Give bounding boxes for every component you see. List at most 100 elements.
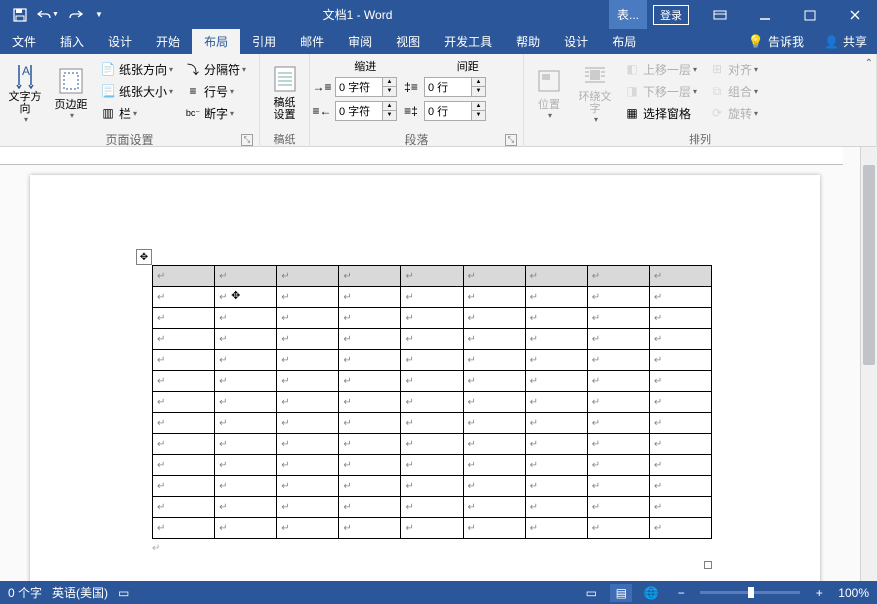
page[interactable]: ✥ ↵↵↵↵↵↵↵↵↵↵↵✥↵↵↵↵↵↵↵↵↵↵↵↵↵↵↵↵↵↵↵↵↵↵↵↵↵↵…	[30, 175, 820, 581]
table-cell[interactable]: ↵	[525, 518, 587, 539]
word-count[interactable]: 0 个字	[8, 584, 42, 601]
table-cell[interactable]: ↵	[463, 434, 525, 455]
close-button[interactable]	[832, 0, 877, 29]
table-cell[interactable]: ↵	[153, 476, 215, 497]
save-button[interactable]	[8, 3, 32, 27]
table-cell[interactable]: ↵	[587, 329, 649, 350]
table-cell[interactable]: ↵	[215, 308, 277, 329]
table-cell[interactable]: ↵	[401, 350, 463, 371]
table-cell[interactable]: ↵	[215, 476, 277, 497]
table-cell[interactable]: ↵	[587, 350, 649, 371]
table-move-handle[interactable]: ✥	[136, 249, 152, 265]
table-cell[interactable]: ↵	[649, 371, 711, 392]
table-cell[interactable]: ↵	[525, 434, 587, 455]
margins-button[interactable]: 页边距 ▾	[50, 58, 92, 126]
maximize-button[interactable]	[787, 0, 832, 29]
table-cell[interactable]: ↵	[277, 518, 339, 539]
table-cell[interactable]: ↵	[339, 329, 401, 350]
vertical-scrollbar[interactable]	[860, 147, 877, 581]
table-cell[interactable]: ↵	[401, 287, 463, 308]
table-cell[interactable]: ↵	[401, 476, 463, 497]
table-cell[interactable]: ↵	[587, 413, 649, 434]
table-cell[interactable]: ↵	[277, 455, 339, 476]
table-cell[interactable]: ↵	[649, 413, 711, 434]
table-cell[interactable]: ↵	[339, 392, 401, 413]
login-button[interactable]: 登录	[653, 5, 689, 25]
table-cell[interactable]: ↵	[277, 329, 339, 350]
table-cell[interactable]: ↵	[339, 266, 401, 287]
table-cell[interactable]: ↵	[463, 308, 525, 329]
position-button[interactable]: 位置▾	[528, 58, 570, 126]
rotate-button[interactable]: ⟳旋转▾	[705, 102, 762, 124]
table-cell[interactable]: ↵	[587, 308, 649, 329]
table-cell[interactable]: ↵	[153, 518, 215, 539]
table-cell[interactable]: ↵	[649, 434, 711, 455]
table-cell[interactable]: ↵	[587, 455, 649, 476]
selection-pane-button[interactable]: ▦选择窗格	[620, 102, 701, 124]
table-cell[interactable]: ↵	[649, 476, 711, 497]
table-cell[interactable]: ↵	[649, 308, 711, 329]
size-button[interactable]: 📃纸张大小▾	[96, 80, 177, 102]
tab-table-layout[interactable]: 布局	[600, 29, 648, 54]
tab-design[interactable]: 设计	[96, 29, 144, 54]
table-cell[interactable]: ↵	[649, 329, 711, 350]
table-cell[interactable]: ↵	[339, 455, 401, 476]
indent-right-input[interactable]: 0 字符▲▼	[335, 101, 397, 121]
table-cell[interactable]: ↵	[153, 329, 215, 350]
send-backward-button[interactable]: ◨下移一层▾	[620, 80, 701, 102]
table-cell[interactable]: ↵	[215, 371, 277, 392]
space-after-input[interactable]: 0 行▲▼	[424, 101, 486, 121]
table-cell[interactable]: ↵	[277, 476, 339, 497]
table-cell[interactable]: ↵	[339, 497, 401, 518]
table-cell[interactable]: ↵	[525, 350, 587, 371]
align-button[interactable]: ⊞对齐▾	[705, 58, 762, 80]
table-cell[interactable]: ↵	[587, 371, 649, 392]
table-cell[interactable]: ↵	[587, 392, 649, 413]
table-cell[interactable]: ↵	[649, 287, 711, 308]
table-cell[interactable]: ↵	[401, 308, 463, 329]
table-cell[interactable]: ↵	[215, 413, 277, 434]
redo-button[interactable]	[64, 3, 88, 27]
wrap-text-button[interactable]: 环绕文字▾	[574, 58, 616, 126]
table-cell[interactable]: ↵	[587, 266, 649, 287]
table-cell[interactable]: ↵	[463, 413, 525, 434]
table-cell[interactable]: ↵	[339, 476, 401, 497]
table-cell[interactable]: ↵	[215, 497, 277, 518]
table-cell[interactable]: ↵	[649, 392, 711, 413]
table-cell[interactable]: ↵	[339, 413, 401, 434]
table-cell[interactable]: ↵	[587, 287, 649, 308]
table-cell[interactable]: ↵	[153, 392, 215, 413]
table-cell[interactable]: ↵	[153, 413, 215, 434]
table-cell[interactable]: ↵	[339, 371, 401, 392]
table-cell[interactable]: ↵	[463, 497, 525, 518]
table-cell[interactable]: ↵	[153, 308, 215, 329]
table-cell[interactable]: ↵	[463, 371, 525, 392]
indent-left-input[interactable]: 0 字符▲▼	[335, 77, 397, 97]
table-cell[interactable]: ↵	[277, 308, 339, 329]
table-cell[interactable]: ↵	[215, 455, 277, 476]
table-cell[interactable]: ↵	[153, 350, 215, 371]
table-cell[interactable]: ↵	[525, 392, 587, 413]
tab-table-design[interactable]: 设计	[552, 29, 600, 54]
table-cell[interactable]: ↵	[525, 308, 587, 329]
table-cell[interactable]: ↵	[401, 518, 463, 539]
undo-button[interactable]: ▼	[36, 3, 60, 27]
tab-insert[interactable]: 插入	[48, 29, 96, 54]
table-cell[interactable]: ↵	[401, 329, 463, 350]
table-cell[interactable]: ↵	[215, 329, 277, 350]
table-cell[interactable]: ↵	[463, 266, 525, 287]
table-cell[interactable]: ↵	[215, 518, 277, 539]
table-cell[interactable]: ↵	[153, 371, 215, 392]
table-cell[interactable]: ↵	[401, 266, 463, 287]
document-table[interactable]: ↵↵↵↵↵↵↵↵↵↵↵✥↵↵↵↵↵↵↵↵↵↵↵↵↵↵↵↵↵↵↵↵↵↵↵↵↵↵↵↵…	[152, 265, 712, 539]
table-cell[interactable]: ↵	[525, 266, 587, 287]
table-cell[interactable]: ↵	[401, 455, 463, 476]
table-cell[interactable]: ↵	[153, 266, 215, 287]
print-layout-button[interactable]: ▤	[610, 584, 632, 602]
book-icon[interactable]: ▭	[118, 586, 129, 600]
share-button[interactable]: 👤共享	[814, 29, 877, 54]
table-cell[interactable]: ↵	[277, 413, 339, 434]
page-setup-launcher[interactable]: ⤡	[241, 134, 253, 146]
table-cell[interactable]: ↵	[463, 329, 525, 350]
table-cell[interactable]: ↵	[339, 287, 401, 308]
